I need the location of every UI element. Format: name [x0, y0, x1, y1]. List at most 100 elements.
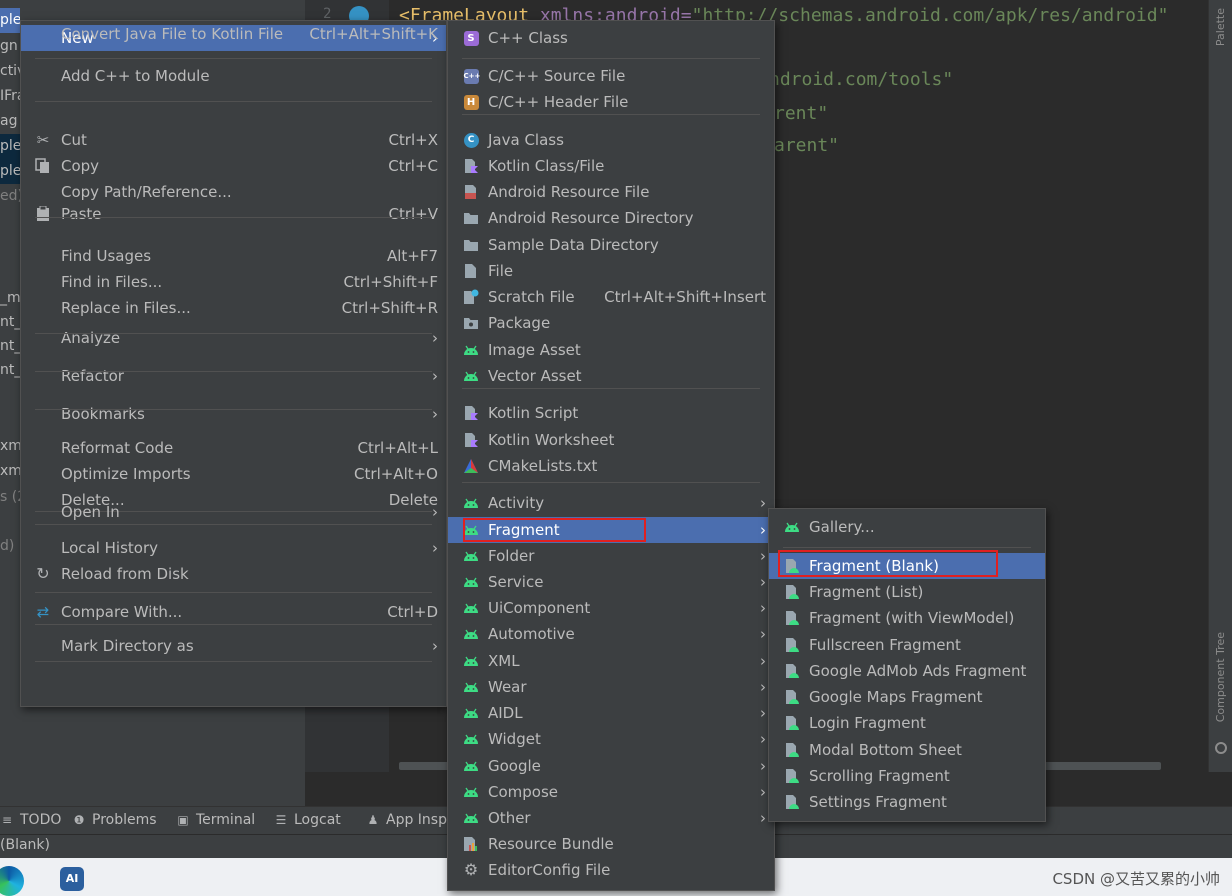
project-tree-row[interactable]: xm — [0, 459, 20, 484]
menu-item-local-history[interactable]: Local History › — [21, 535, 446, 561]
menu-item-kotlin-worksheet[interactable]: Kotlin Worksheet — [448, 427, 774, 453]
cmake-icon — [463, 458, 479, 474]
tool-window-app-inspection[interactable]: ♟ App Inspe — [366, 812, 456, 828]
menu-item-label: Package — [488, 314, 551, 332]
menu-item-compose[interactable]: Compose › — [448, 779, 774, 805]
menu-item-replace-in-files[interactable]: Replace in Files... Ctrl+Shift+R — [21, 295, 446, 321]
menu-item-kotlin-script[interactable]: Kotlin Script — [448, 400, 774, 426]
android-icon — [463, 368, 479, 384]
menu-item-android-resource-file[interactable]: Android Resource File — [448, 179, 774, 205]
project-tree-row[interactable]: gn — [0, 34, 20, 59]
android-icon — [463, 731, 479, 747]
menu-item-sample-data-directory[interactable]: Sample Data Directory — [448, 232, 774, 258]
tool-window-logcat[interactable]: ☰ Logcat — [274, 812, 341, 828]
menu-item-fragment-with-viewmodel[interactable]: Fragment (with ViewModel) — [769, 605, 1045, 631]
menu-item-compare-with[interactable]: ⇄ Compare With... Ctrl+D — [21, 599, 446, 625]
menu-item-package[interactable]: Package — [448, 310, 774, 336]
menu-item-java-class[interactable]: C Java Class — [448, 127, 774, 153]
tool-window-terminal[interactable]: ▣ Terminal — [176, 812, 255, 828]
menu-item-scrolling-fragment[interactable]: Scrolling Fragment — [769, 763, 1045, 789]
menu-item-automotive[interactable]: Automotive › — [448, 621, 774, 647]
project-tree-row[interactable]: ed) — [0, 184, 20, 209]
menu-item-analyze[interactable]: Analyze › — [21, 325, 446, 351]
kotlin-worksheet-icon — [463, 432, 479, 448]
menu-item-label: CMakeLists.txt — [488, 457, 598, 475]
menu-item-find-usages[interactable]: Find Usages Alt+F7 — [21, 243, 446, 269]
menu-item-mark-directory-as[interactable]: Mark Directory as › — [21, 633, 446, 659]
project-tree-row[interactable]: ag — [0, 109, 20, 134]
project-tree-row[interactable]: ple — [0, 8, 20, 33]
menu-item-paste[interactable]: Paste Ctrl+V — [21, 201, 446, 227]
folder-icon — [463, 237, 479, 253]
menu-item-google-maps-fragment[interactable]: Google Maps Fragment — [769, 684, 1045, 710]
menu-item-file[interactable]: File — [448, 258, 774, 284]
menu-item-reformat-code[interactable]: Reformat Code Ctrl+Alt+L — [21, 435, 446, 461]
menu-item-vector-asset[interactable]: Vector Asset — [448, 363, 774, 389]
menu-item-label: Reload from Disk — [61, 565, 189, 583]
android-studio-icon[interactable]: AI — [60, 867, 84, 891]
menu-item-cmakelists-txt[interactable]: CMakeLists.txt — [448, 453, 774, 479]
menu-item-wear[interactable]: Wear › — [448, 674, 774, 700]
menu-item-gallery[interactable]: Gallery... — [769, 514, 1045, 540]
menu-item-folder[interactable]: Folder › — [448, 543, 774, 569]
menu-item-activity[interactable]: Activity › — [448, 490, 774, 516]
project-tree-row[interactable]: ctiv — [0, 59, 20, 84]
project-tree-row[interactable]: nt_ — [0, 310, 20, 335]
menu-item-fragment-list[interactable]: Fragment (List) — [769, 579, 1045, 605]
project-tree-row[interactable]: ple — [0, 134, 20, 159]
menu-item-label: Kotlin Worksheet — [488, 431, 615, 449]
menu-item-android-resource-directory[interactable]: Android Resource Directory — [448, 205, 774, 231]
menu-item-c-c-header-file[interactable]: H C/C++ Header File — [448, 89, 774, 115]
menu-item-label: Wear — [488, 678, 527, 696]
edge-browser-icon[interactable] — [0, 866, 24, 896]
menu-item-aidl[interactable]: AIDL › — [448, 700, 774, 726]
menu-item-convert-java-file-to-kotlin-file[interactable]: Convert Java File to Kotlin File Ctrl+Alt… — [21, 21, 446, 47]
menu-item-settings-fragment[interactable]: Settings Fragment — [769, 789, 1045, 815]
menu-item-other[interactable]: Other › — [448, 805, 774, 831]
menu-item-image-asset[interactable]: Image Asset — [448, 337, 774, 363]
menu-item-reload-from-disk[interactable]: ↻ Reload from Disk — [21, 561, 446, 587]
menu-item-service[interactable]: Service › — [448, 569, 774, 595]
tool-window-todo[interactable]: ≡ TODO — [0, 812, 61, 828]
component-tree-tab[interactable]: Component Tree — [1214, 632, 1227, 722]
project-tree-row[interactable]: nt_ — [0, 334, 20, 359]
code-line: rent" — [774, 103, 829, 124]
palette-tab[interactable]: Palette — [1214, 8, 1227, 46]
menu-item-google-admob-ads-fragment[interactable]: Google AdMob Ads Fragment — [769, 658, 1045, 684]
project-tree-row[interactable]: _m — [0, 286, 20, 311]
menu-item-c-class[interactable]: S C++ Class — [448, 25, 774, 51]
menu-item-fullscreen-fragment[interactable]: Fullscreen Fragment — [769, 632, 1045, 658]
tool-window-problems[interactable]: ❶ Problems — [72, 812, 157, 828]
terminal-icon: ▣ — [177, 813, 189, 827]
menu-item-xml[interactable]: XML › — [448, 648, 774, 674]
menu-item-modal-bottom-sheet[interactable]: Modal Bottom Sheet — [769, 737, 1045, 763]
menu-item-bookmarks[interactable]: Bookmarks › — [21, 401, 446, 427]
menu-item-editorconfig-file[interactable]: ⚙ EditorConfig File — [448, 857, 774, 883]
project-tree-row[interactable]: IFra — [0, 84, 20, 109]
menu-item-kotlin-class-file[interactable]: Kotlin Class/File — [448, 153, 774, 179]
menu-item-resource-bundle[interactable]: Resource Bundle — [448, 831, 774, 857]
menu-item-find-in-files[interactable]: Find in Files... Ctrl+Shift+F — [21, 269, 446, 295]
chevron-right-icon: › — [760, 809, 766, 827]
menu-item-c-c-source-file[interactable]: C++ C/C++ Source File — [448, 63, 774, 89]
menu-item-open-in[interactable]: Open In › — [21, 499, 446, 525]
menu-item-optimize-imports[interactable]: Optimize Imports Ctrl+Alt+O — [21, 461, 446, 487]
menu-item-add-c-to-module[interactable]: Add C++ to Module — [21, 63, 446, 89]
project-tree-row[interactable]: d) — [0, 534, 20, 559]
project-tree-row[interactable]: ple — [0, 159, 20, 184]
menu-item-widget[interactable]: Widget › — [448, 726, 774, 752]
menu-item-scratch-file[interactable]: Scratch File Ctrl+Alt+Shift+Insert — [448, 284, 774, 310]
menu-item-login-fragment[interactable]: Login Fragment — [769, 710, 1045, 736]
menu-item-label: Image Asset — [488, 341, 581, 359]
menu-item-uicomponent[interactable]: UiComponent › — [448, 595, 774, 621]
menu-item-cut[interactable]: ✂ Cut Ctrl+X — [21, 127, 446, 153]
project-tree-row[interactable]: s (2 — [0, 485, 20, 510]
chevron-right-icon: › — [432, 539, 438, 557]
menu-item-label: Modal Bottom Sheet — [809, 741, 962, 759]
menu-item-google[interactable]: Google › — [448, 753, 774, 779]
menu-item-label: Folder — [488, 547, 535, 565]
project-tree-row[interactable]: nt_ — [0, 358, 20, 383]
menu-item-copy[interactable]: Copy Ctrl+C — [21, 153, 446, 179]
project-tree-row[interactable]: xm — [0, 434, 20, 459]
menu-item-refactor[interactable]: Refactor › — [21, 363, 446, 389]
